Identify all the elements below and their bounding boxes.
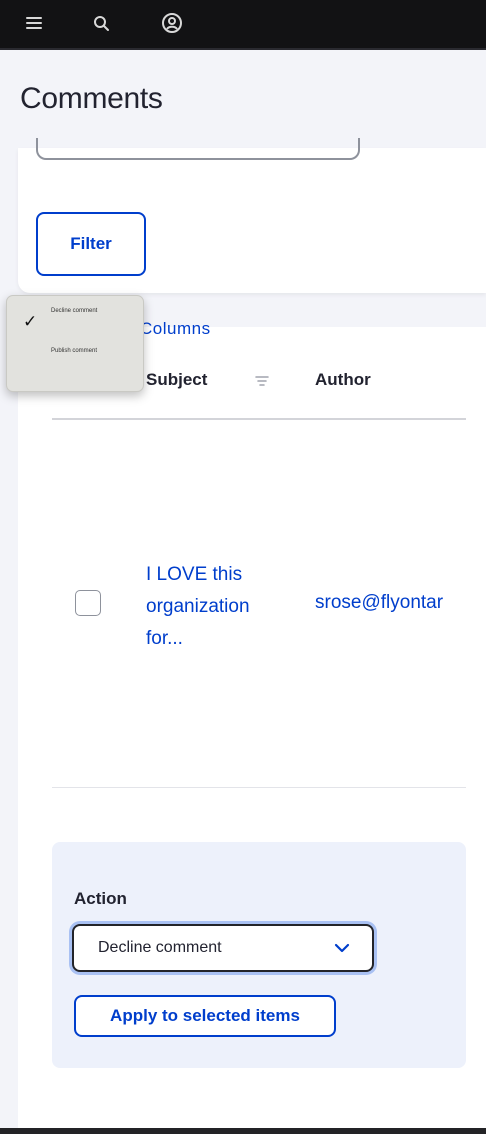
search-icon[interactable] (89, 11, 113, 35)
subject-line: organization (146, 596, 250, 617)
header-divider (52, 418, 466, 420)
checkmark-icon: ✓ (23, 312, 38, 331)
user-icon[interactable] (160, 11, 184, 35)
subject-line: for... (146, 628, 183, 649)
action-select[interactable]: Decline comment (72, 924, 374, 972)
action-select-value: Decline comment (98, 939, 222, 956)
sort-icon[interactable] (254, 374, 270, 388)
comment-subject-link[interactable]: I LOVE this organization for... (146, 559, 296, 655)
filter-button[interactable]: Filter (36, 212, 146, 276)
column-header-subject[interactable]: Subject (146, 370, 207, 390)
menu-icon[interactable] (22, 11, 46, 35)
comment-author-link[interactable]: srose@flyontar (315, 592, 486, 614)
menu-option-publish[interactable]: Publish comment (51, 348, 97, 354)
page-title: Comments (20, 82, 163, 115)
column-header-author[interactable]: Author (315, 370, 371, 390)
bottom-edge (0, 1128, 486, 1134)
menu-option-decline[interactable]: Decline comment (51, 308, 97, 314)
apply-to-selected-button[interactable]: Apply to selected items (74, 995, 336, 1037)
row-divider (52, 787, 466, 788)
filter-text-input[interactable] (36, 138, 360, 160)
action-label: Action (74, 889, 127, 908)
row-checkbox[interactable] (75, 590, 101, 616)
top-toolbar (0, 0, 486, 50)
columns-link[interactable]: Columns (140, 320, 211, 338)
subject-line: I LOVE this (146, 564, 243, 585)
chevron-down-icon (332, 940, 352, 956)
action-dropdown-menu: ✓ Decline comment Publish comment (6, 295, 144, 392)
